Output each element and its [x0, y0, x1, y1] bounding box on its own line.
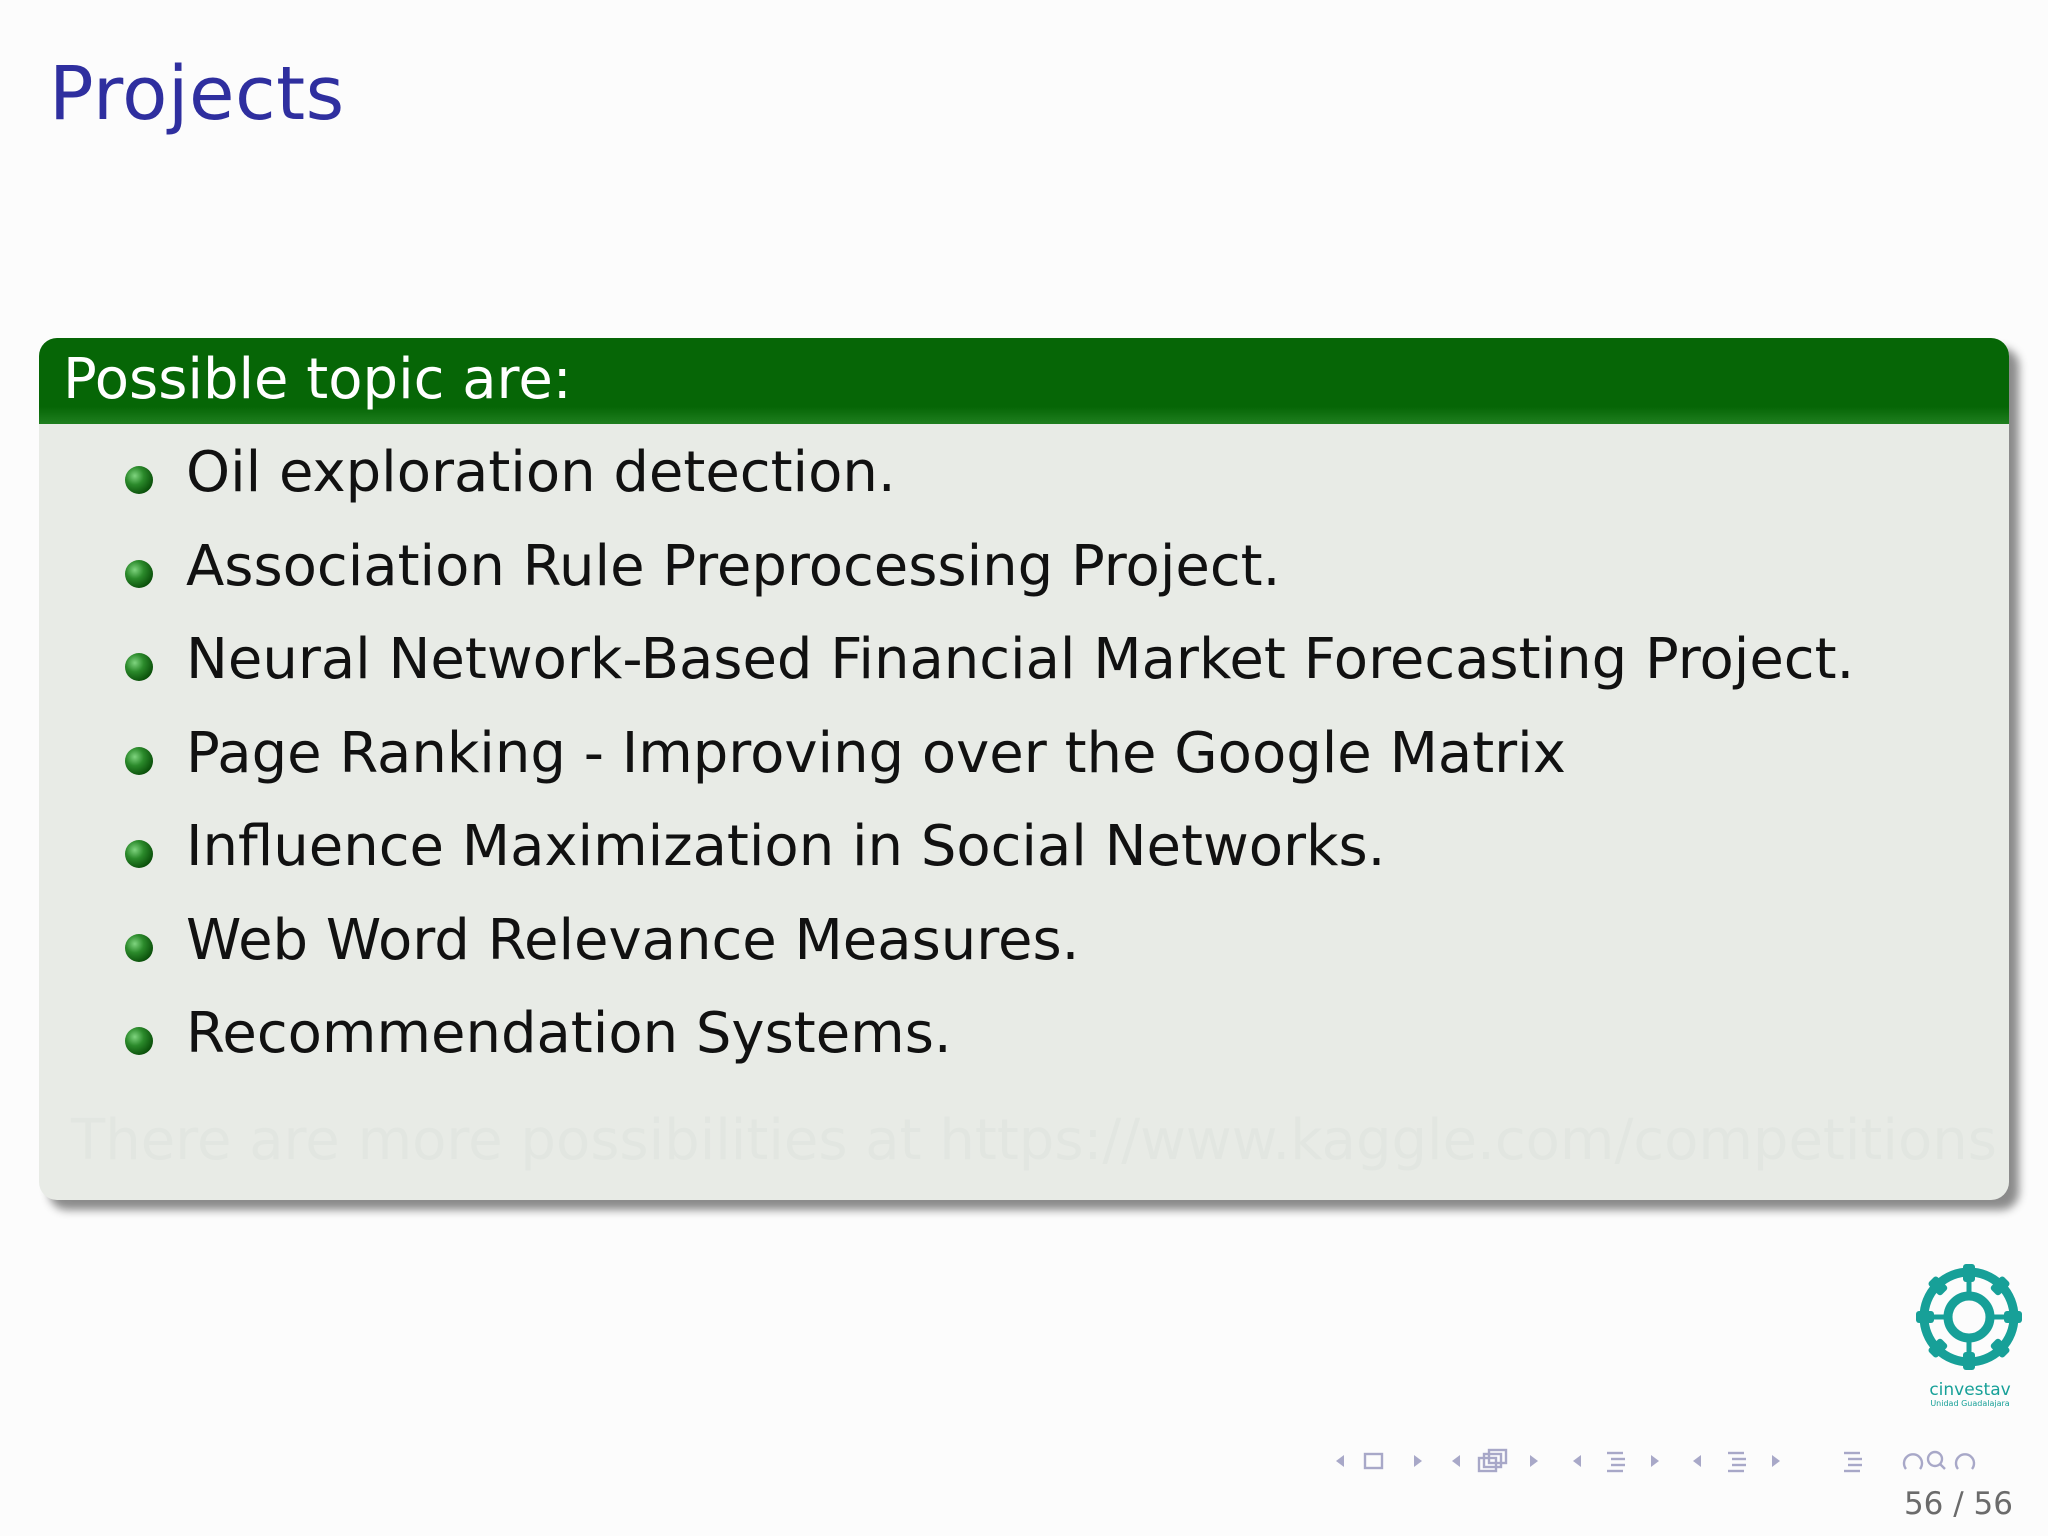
frame-prev-arrow-icon[interactable]	[1452, 1455, 1460, 1467]
section-next-arrow-icon[interactable]	[1772, 1455, 1780, 1467]
list-item: Oil exploration detection.	[39, 438, 2009, 532]
logo-subcaption: Unidad Guadalajara	[1930, 1399, 2010, 1408]
list-item-text: Page Ranking - Improving over the Google…	[186, 720, 1566, 786]
faded-more-link-text: There are more possibilities at https://…	[71, 1108, 1997, 1173]
logo-caption: cinvestav	[1929, 1380, 2011, 1400]
list-item-text: Association Rule Preprocessing Project.	[186, 533, 1281, 599]
back-arrow-icon[interactable]	[1902, 1453, 1924, 1470]
bullet-icon	[125, 466, 153, 494]
list-item-text: Neural Network-Based Financial Market Fo…	[186, 627, 1855, 692]
list-item: Page Ranking - Improving over the Google…	[39, 719, 2009, 813]
slide-prev-arrow-icon[interactable]	[1336, 1455, 1344, 1467]
slide-nav-group[interactable]	[1336, 1452, 1422, 1470]
bullet-icon	[125, 1027, 153, 1055]
forward-arrow-icon[interactable]	[1954, 1453, 1976, 1470]
page-number: 56 / 56	[1903, 1486, 2013, 1522]
subsection-nav-group[interactable]	[1573, 1451, 1659, 1473]
bullet-icon	[125, 840, 153, 868]
list-item: Association Rule Preprocessing Project.	[39, 532, 2009, 626]
undo-redo-search-group[interactable]	[1902, 1450, 1976, 1470]
appendix-nav-group[interactable]	[1844, 1451, 1862, 1473]
list-item-text: Web Word Relevance Measures.	[186, 907, 1080, 973]
slide-icon[interactable]	[1363, 1452, 1384, 1470]
topic-list: Oil exploration detection. Association R…	[39, 438, 2009, 1093]
bullet-icon	[125, 653, 153, 681]
frame-nav-group[interactable]	[1452, 1448, 1538, 1473]
subsection-next-arrow-icon[interactable]	[1651, 1455, 1659, 1467]
list-item-text: Recommendation Systems.	[186, 1001, 952, 1066]
section-nav-group[interactable]	[1693, 1451, 1780, 1473]
topics-block: Possible topic are: Oil exploration dete…	[39, 338, 2009, 1200]
list-item: Recommendation Systems.	[39, 999, 2009, 1093]
frame-icon-back[interactable]	[1487, 1448, 1508, 1465]
list-item-text: Oil exploration detection.	[186, 440, 896, 505]
slide-next-arrow-icon[interactable]	[1414, 1455, 1422, 1467]
section-prev-arrow-icon[interactable]	[1693, 1455, 1701, 1467]
bullet-icon	[125, 746, 153, 775]
beamer-navigation-bar	[1323, 1442, 2033, 1480]
subsection-prev-arrow-icon[interactable]	[1573, 1455, 1581, 1467]
search-icon[interactable]	[1926, 1450, 1944, 1468]
frame-next-arrow-icon[interactable]	[1530, 1455, 1538, 1467]
bullet-icon	[125, 559, 153, 588]
block-title: Possible topic are:	[63, 347, 572, 412]
frame-icon-mid[interactable]	[1482, 1452, 1503, 1469]
frame-icon-front[interactable]	[1477, 1456, 1498, 1473]
bullet-icon	[125, 933, 153, 962]
list-item-text: Influence Maximization in Social Network…	[186, 814, 1386, 879]
list-item: Web Word Relevance Measures.	[39, 906, 2009, 1000]
list-item: Influence Maximization in Social Network…	[39, 812, 2009, 906]
slide-title: Projects	[49, 51, 345, 137]
list-item: Neural Network-Based Financial Market Fo…	[39, 625, 2009, 719]
block-header: Possible topic are:	[39, 338, 2009, 424]
